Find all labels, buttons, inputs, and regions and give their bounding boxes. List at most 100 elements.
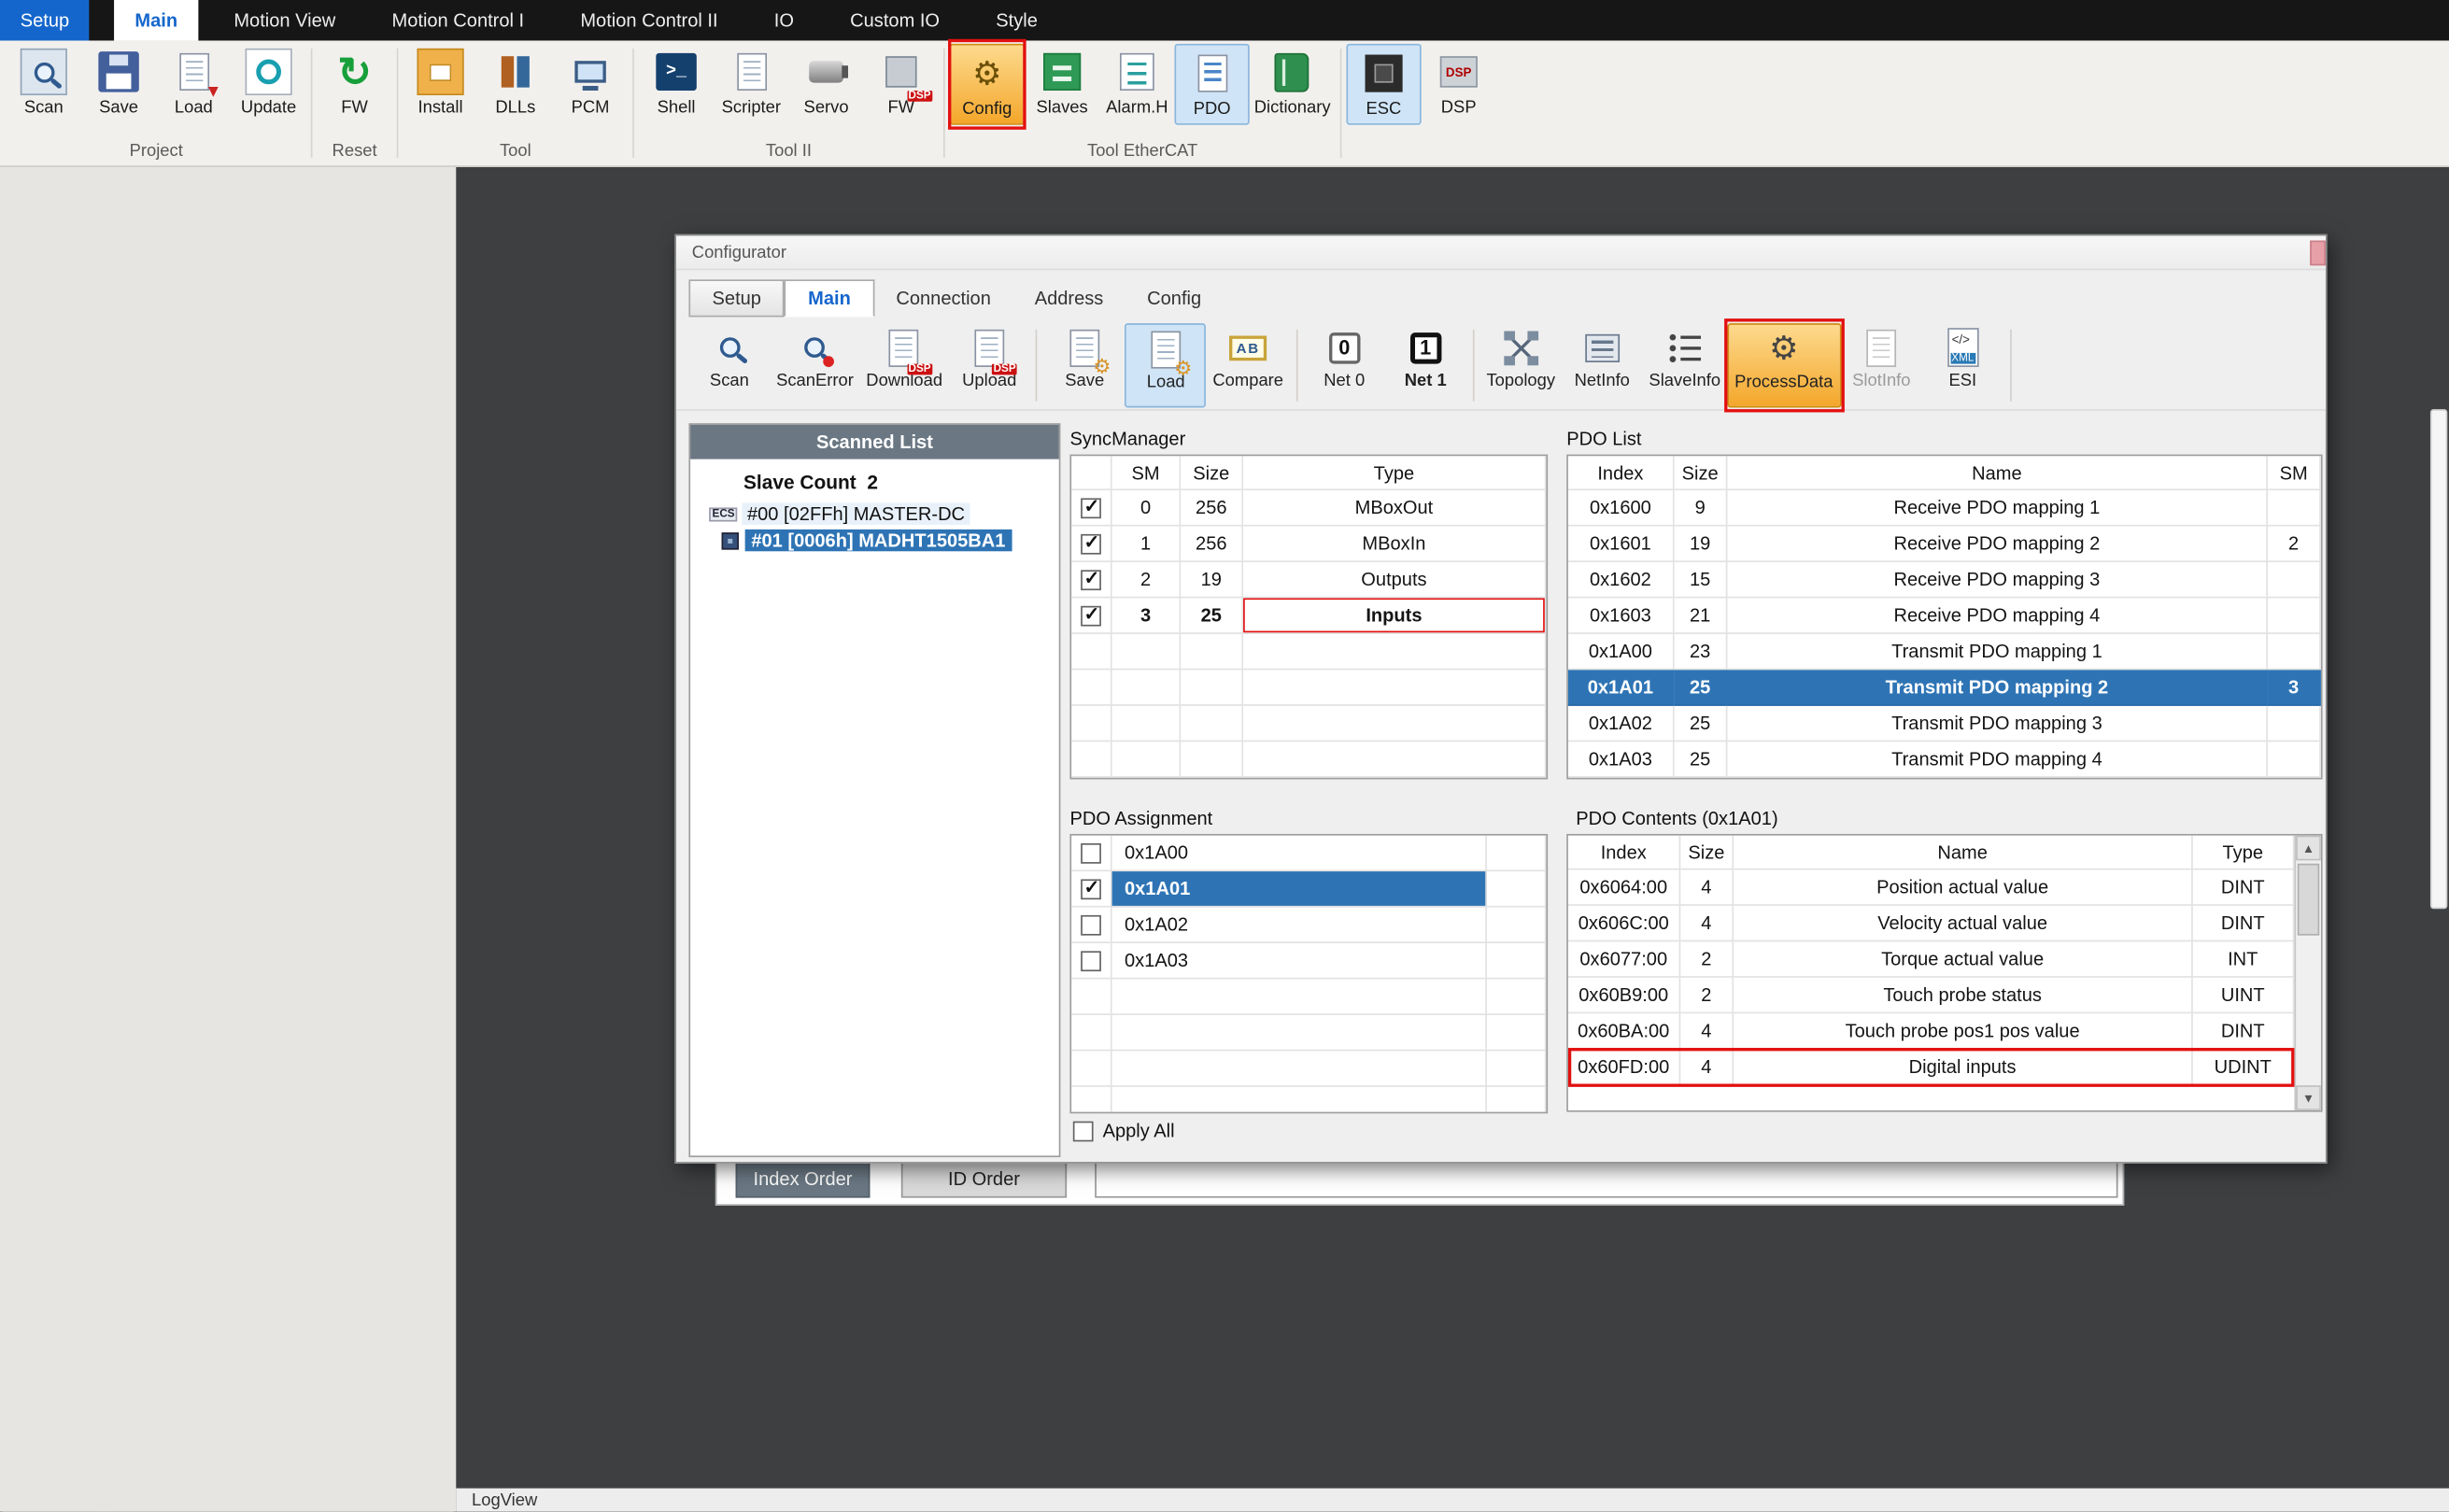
- update-button[interactable]: Update: [231, 44, 305, 125]
- tab-main[interactable]: Main: [115, 0, 198, 40]
- syncmanager-row[interactable]: 3 25 Inputs: [1071, 598, 1546, 633]
- save-button[interactable]: Save: [81, 44, 156, 125]
- vertical-scrollbar[interactable]: [2430, 409, 2447, 909]
- load-button[interactable]: Load: [1125, 322, 1207, 406]
- pcm-button[interactable]: PCM: [553, 44, 628, 125]
- checkbox[interactable]: [1081, 914, 1101, 935]
- tab-style[interactable]: Style: [976, 0, 1058, 40]
- install-button[interactable]: Install: [403, 44, 477, 125]
- empty-cell: [1071, 706, 1111, 742]
- pdolist-row[interactable]: 0x160321Receive PDO mapping 4: [1568, 598, 2321, 633]
- pdocontents-row[interactable]: 0x6077:002Torque actual valueINT: [1568, 941, 2295, 977]
- fw-button[interactable]: FW: [864, 44, 939, 125]
- checkbox[interactable]: [1081, 605, 1101, 626]
- pdolist-row[interactable]: 0x1A0023Transmit PDO mapping 1: [1568, 634, 2321, 670]
- dictionary-button[interactable]: Dictionary: [1250, 44, 1336, 125]
- button-label: Update: [241, 98, 296, 117]
- dialog-titlebar[interactable]: Configurator: [676, 236, 2326, 271]
- checkbox[interactable]: [1081, 879, 1101, 899]
- load-button[interactable]: ▼Load: [156, 44, 231, 125]
- download-button[interactable]: Download: [860, 322, 949, 406]
- fw-reset-button[interactable]: ↻FW: [317, 44, 391, 125]
- checkbox[interactable]: [1081, 498, 1101, 518]
- scroll-up-icon[interactable]: ▲: [2296, 836, 2321, 861]
- scroll-down-icon[interactable]: ▼: [2296, 1085, 2321, 1110]
- checkbox[interactable]: [1081, 533, 1101, 554]
- button-label: Slaves: [1036, 98, 1087, 117]
- scan-button[interactable]: Scan: [7, 44, 81, 125]
- upload-button[interactable]: Upload: [949, 322, 1030, 406]
- header-cell: Index: [1568, 456, 1675, 490]
- apply-all-checkbox[interactable]: [1073, 1121, 1094, 1141]
- tab-address[interactable]: Address: [1012, 279, 1125, 317]
- tab-connection[interactable]: Connection: [874, 279, 1012, 317]
- tab-config[interactable]: Config: [1125, 279, 1224, 317]
- pdolist-row[interactable]: 0x16009Receive PDO mapping 1: [1568, 490, 2321, 526]
- config-button[interactable]: Config: [950, 44, 1025, 125]
- name-cell: Transmit PDO mapping 4: [1727, 742, 2268, 777]
- slaves-button[interactable]: Slaves: [1025, 44, 1099, 125]
- pdolist-row[interactable]: 0x160119Receive PDO mapping 22: [1568, 527, 2321, 562]
- slave-node-master[interactable]: ECS#00 [02FFh] MASTER-DC: [709, 502, 970, 524]
- syncmanager-row[interactable]: 1 256 MBoxIn: [1071, 527, 1546, 562]
- pdocontents-row-digital-inputs[interactable]: 0x60FD:004Digital inputsUDINT: [1568, 1050, 2295, 1085]
- net0-button[interactable]: Net 0: [1304, 322, 1385, 406]
- scan-button[interactable]: Scan: [688, 322, 770, 406]
- scroll-thumb[interactable]: [2298, 864, 2319, 936]
- pdocontents-row[interactable]: 0x6064:004Position actual valueDINT: [1568, 869, 2295, 905]
- pdolist-row-selected[interactable]: 0x1A0125Transmit PDO mapping 23: [1568, 670, 2321, 705]
- servo-button[interactable]: Servo: [788, 44, 863, 125]
- tab-motion-view[interactable]: Motion View: [214, 0, 356, 40]
- tab-setup[interactable]: Setup: [0, 0, 90, 40]
- vertical-scrollbar[interactable]: ▲ ▼: [2294, 836, 2320, 1110]
- sm-cell: [2268, 490, 2321, 526]
- netinfo-button[interactable]: NetInfo: [1562, 322, 1643, 406]
- compare-button[interactable]: Compare: [1207, 322, 1290, 406]
- close-icon[interactable]: [2310, 241, 2326, 266]
- slotinfo-button[interactable]: SlotInfo: [1841, 322, 1922, 406]
- pdocontents-row[interactable]: 0x60B9:002Touch probe statusUINT: [1568, 978, 2295, 1013]
- shell-button[interactable]: Shell: [639, 44, 714, 125]
- tab-io[interactable]: IO: [754, 0, 814, 40]
- scripter-button[interactable]: Scripter: [714, 44, 788, 125]
- pdolist-title: PDO List: [1566, 428, 1641, 449]
- pdolist-row[interactable]: 0x1A0325Transmit PDO mapping 4: [1568, 742, 2321, 777]
- button-label: Net 0: [1324, 371, 1365, 389]
- group-separator: [311, 49, 313, 158]
- assignment-row[interactable]: 0x1A02: [1071, 908, 1546, 943]
- dsp-button[interactable]: DSP: [1422, 44, 1496, 125]
- checkbox[interactable]: [1081, 570, 1101, 590]
- checkbox[interactable]: [1081, 951, 1101, 971]
- assignment-row-selected[interactable]: 0x1A01: [1071, 871, 1546, 907]
- esi-button[interactable]: ESI: [1922, 322, 2003, 406]
- tab-setup[interactable]: Setup: [688, 279, 785, 317]
- alarm-history-button[interactable]: Alarm.H: [1099, 44, 1174, 125]
- tab-motion-control-2[interactable]: Motion Control II: [560, 0, 739, 40]
- pdolist-row[interactable]: 0x1A0225Transmit PDO mapping 3: [1568, 706, 2321, 742]
- index-order-button[interactable]: Index Order: [736, 1159, 871, 1198]
- slaveinfo-button[interactable]: SlaveInfo: [1643, 322, 1727, 406]
- esc-button[interactable]: ESC: [1346, 44, 1421, 125]
- net1-button[interactable]: Net 1: [1385, 322, 1466, 406]
- pdocontents-row[interactable]: 0x60BA:004Touch probe pos1 pos valueDINT: [1568, 1013, 2295, 1049]
- apply-all-control[interactable]: Apply All: [1073, 1120, 1175, 1141]
- dlls-button[interactable]: DLLs: [478, 44, 553, 125]
- logview-panel-header[interactable]: LogView: [456, 1489, 2449, 1512]
- scan-error-button[interactable]: ScanError: [770, 322, 859, 406]
- syncmanager-row[interactable]: 0 256 MBoxOut: [1071, 490, 1546, 526]
- id-order-button[interactable]: ID Order: [901, 1159, 1067, 1198]
- topology-button[interactable]: Topology: [1480, 322, 1562, 406]
- assignment-row[interactable]: 0x1A00: [1071, 836, 1546, 871]
- syncmanager-row[interactable]: 2 19 Outputs: [1071, 562, 1546, 598]
- slave-node-drive[interactable]: #01 [0006h] MADHT1505BA1: [722, 530, 1012, 551]
- tab-motion-control-1[interactable]: Motion Control I: [372, 0, 545, 40]
- pdolist-row[interactable]: 0x160215Receive PDO mapping 3: [1568, 562, 2321, 598]
- save-button[interactable]: Save: [1044, 322, 1125, 406]
- assignment-row[interactable]: 0x1A03: [1071, 943, 1546, 979]
- tab-main[interactable]: Main: [785, 279, 874, 317]
- processdata-button[interactable]: ProcessData: [1727, 322, 1841, 406]
- checkbox[interactable]: [1081, 842, 1101, 863]
- tab-custom-io[interactable]: Custom IO: [829, 0, 959, 40]
- pdo-button[interactable]: PDO: [1174, 44, 1249, 125]
- pdocontents-row[interactable]: 0x606C:004Velocity actual valueDINT: [1568, 906, 2295, 941]
